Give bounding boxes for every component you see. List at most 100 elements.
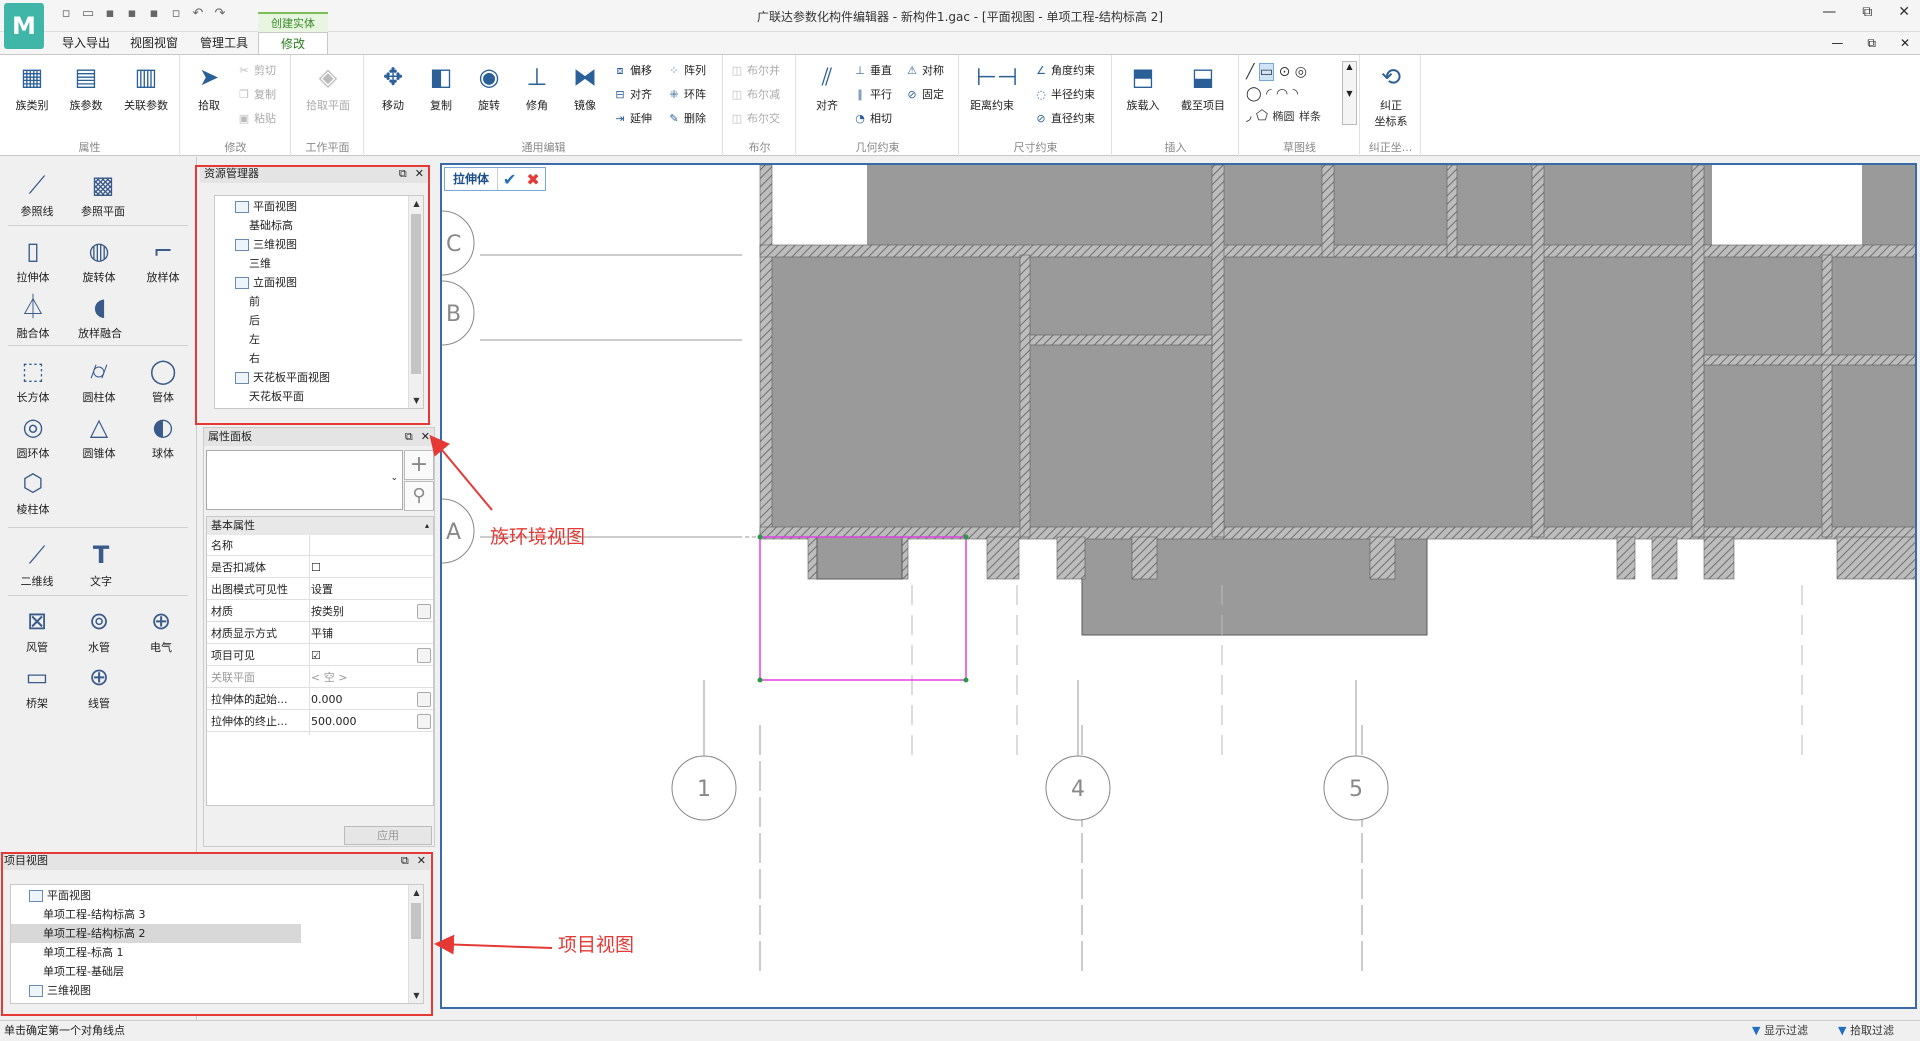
paste-button[interactable]: ▣ 粘贴 [237,109,276,129]
tree-item[interactable]: 三维视图 [11,981,423,1000]
drawing-canvas[interactable]: C B A 1 4 5 拉伸体 ✔ ✖ [440,163,1917,1009]
tree-item[interactable]: 立面视图 [215,273,423,292]
tree-item[interactable]: 前 [215,292,423,311]
ring-array-button[interactable]: ⁜ 环阵 [667,85,706,105]
circle-icon[interactable]: ◯ [1246,86,1262,102]
property-edit-button[interactable] [417,648,431,663]
pipe-tool[interactable]: ◯ 管体 [132,355,194,405]
tree-item[interactable]: 天花板平面视图 [215,368,423,387]
app-logo-icon[interactable]: M [4,3,44,49]
array-button[interactable]: ⁘ 阵列 [667,61,706,81]
polygon-icon[interactable]: ⬠ [1256,108,1268,124]
property-value[interactable]: 0.000 [311,689,343,710]
diameter-constraint-button[interactable]: ⊘ 直径约束 [1034,109,1095,129]
doc-restore-button[interactable]: ⧉ [1867,36,1876,51]
property-row[interactable]: 是否扣减体 ☐ [207,557,433,578]
line-icon[interactable]: ╱ [1246,64,1254,80]
circle-center-icon[interactable]: ⊙ [1279,64,1291,80]
tree-item[interactable]: 单项工程-标高 1 [11,943,423,962]
cancel-sketch-button[interactable]: ✖ [521,170,544,189]
mirror-button[interactable]: ⧓ 镜像 [561,61,609,113]
related-params-button[interactable]: ▥ 关联参数 [118,61,174,113]
cone-tool[interactable]: △ 圆锥体 [68,411,130,461]
tree-item[interactable]: 后 [215,311,423,330]
radius-constraint-button[interactable]: ◌ 半径约束 [1034,85,1095,105]
line2d-tool[interactable]: ⟋ 二维线 [6,539,68,589]
correct-coords-button[interactable]: ⟲ 纠正 坐标系 [1367,61,1415,129]
confirm-sketch-button[interactable]: ✔ [498,170,521,189]
revolve-tool[interactable]: ◍ 旋转体 [68,235,130,285]
tangent-button[interactable]: ◔ 相切 [853,109,892,129]
arc-tangent-icon[interactable]: ◝ [1293,86,1298,102]
tree-item[interactable]: 平面视图 [215,197,423,216]
sphere-tool[interactable]: ◐ 球体 [132,411,194,461]
property-row[interactable]: 材质 按类别 [207,601,433,622]
property-edit-button[interactable] [417,692,431,707]
property-row[interactable]: 拉伸体的终止... 500.000 [207,711,433,732]
tree-item[interactable]: 三维视图 [215,235,423,254]
vertical-button[interactable]: ⊥ 垂直 [853,61,892,81]
offset-button[interactable]: ⧈ 偏移 [613,61,653,81]
pin-icon[interactable]: ⧉ [401,852,409,870]
tree-item[interactable]: 单项工程-结构标高 3 [11,905,423,924]
scroll-down-icon[interactable]: ▼ [409,988,423,1003]
tab-import-export[interactable]: 导入导出 [56,32,116,54]
property-row[interactable]: 出图模式可见性 设置 [207,579,433,600]
tree-item[interactable]: 左 [215,330,423,349]
parallel-button[interactable]: ∥ 平行 [853,85,892,105]
property-edit-button[interactable] [417,604,431,619]
text-tool[interactable]: T 文字 [70,539,132,589]
tree-item[interactable]: 单项工程-结构标高 2 [11,924,301,943]
wrench-icon[interactable]: ⚲ [404,481,434,511]
extend-button[interactable]: ⇥ 延伸 [613,109,652,129]
copy-small-button[interactable]: ❐ 复制 [237,85,276,105]
align-button[interactable]: ⫽ 对齐 [803,61,851,113]
sweep-tool[interactable]: ⌐ 放样体 [132,235,194,285]
ref-plane-tool[interactable]: ▩ 参照平面 [72,169,134,219]
distance-constraint-button[interactable]: ⊢⊣ 距离约束 [964,61,1020,113]
pick-button[interactable]: ➤ 拾取 [185,61,233,113]
doc-close-button[interactable]: ✕ [1900,36,1910,51]
tree-item[interactable]: 基础标高 [215,216,423,235]
ellipse-label[interactable]: 椭圆 [1273,110,1295,123]
swept-blend-tool[interactable]: ◖ 放样融合 [68,291,132,341]
property-value[interactable]: ☑ [311,645,321,666]
torus-tool[interactable]: ◎ 圆环体 [2,411,64,461]
floor-plan-drawing[interactable]: C B A 1 4 5 [442,165,1917,1009]
move-button[interactable]: ✥ 移动 [369,61,417,113]
add-type-button[interactable]: + [404,450,434,480]
close-icon[interactable]: ✕ [415,165,424,183]
symmetric-button[interactable]: ⚠ 对称 [905,61,944,81]
tab-modify[interactable]: 修改 [258,32,328,54]
sketch-gallery-scroll[interactable]: ▲ ▼ [1342,61,1357,125]
cut-to-project-button[interactable]: ⬓ 截至项目 [1173,61,1233,113]
apply-button[interactable]: 应用 [344,826,432,845]
scroll-thumb[interactable] [411,903,421,939]
angle-constraint-button[interactable]: ∠ 角度约束 [1034,61,1095,81]
type-selector[interactable]: ⌄ [206,450,403,510]
pin-icon[interactable]: ⧉ [399,165,407,183]
property-row[interactable]: 关联平面 < 空 > [207,667,433,688]
pin-icon[interactable]: ⧉ [405,428,413,446]
rectangle-icon[interactable]: ▭ [1258,63,1275,81]
arc-3pt-icon[interactable]: ◠ [1276,86,1288,102]
cut-button[interactable]: ✂ 剪切 [237,61,276,81]
water-pipe-tool[interactable]: ⊚ 水管 [68,605,130,655]
ref-line-tool[interactable]: ⟋ 参照线 [6,169,68,219]
prism-tool[interactable]: ⬡ 棱柱体 [2,467,64,517]
delete-button[interactable]: ✎ 删除 [667,109,706,129]
project-tree-scrollbar[interactable]: ▲ ▼ [408,885,423,1003]
fillet-button[interactable]: ⊥ 修角 [513,61,561,113]
scroll-up-icon[interactable]: ▲ [409,196,423,211]
scroll-down-icon[interactable]: ▼ [409,393,423,408]
family-type-button[interactable]: ▦ 族类别 [8,61,56,113]
blend-tool[interactable]: ⏃ 融合体 [2,291,64,341]
scroll-thumb[interactable] [411,214,421,374]
arc-icon[interactable]: ◜ [1266,86,1271,102]
bool-intersect-button[interactable]: ◫ 布尔交 [730,109,780,129]
pick-plane-button[interactable]: ◈ 拾取平面 [296,61,360,113]
property-value[interactable]: < 空 > [311,667,347,688]
bool-subtract-button[interactable]: ◫ 布尔减 [730,85,780,105]
property-row[interactable]: 拉伸体的起始... 0.000 [207,689,433,710]
cylinder-tool[interactable]: ⌭ 圆柱体 [68,355,130,405]
